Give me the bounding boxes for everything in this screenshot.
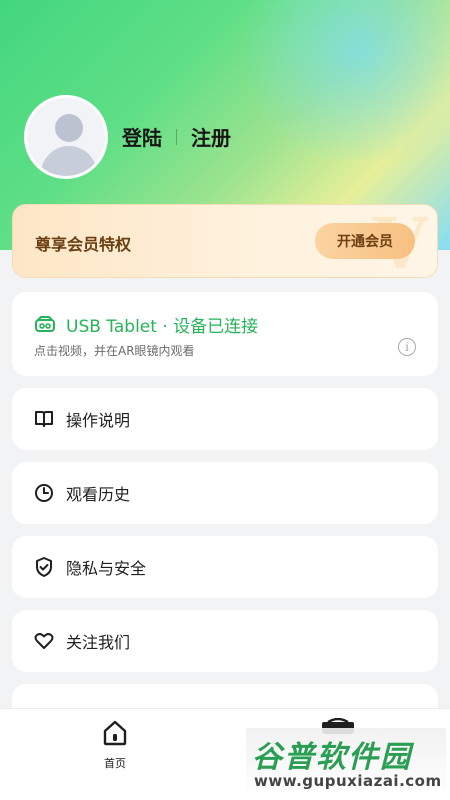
device-status-row: USB Tablet · 设备已连接	[34, 312, 258, 337]
vip-title: 尊享会员特权	[35, 235, 132, 254]
device-hint: 点击视频，并在AR眼镜内观看	[34, 344, 195, 358]
book-icon	[34, 409, 54, 429]
device-status-card[interactable]: USB Tablet · 设备已连接 点击视频，并在AR眼镜内观看 i	[12, 292, 438, 376]
watermark-url: www.gupuxiazai.com	[254, 772, 442, 790]
menu-item-privacy[interactable]: 隐私与安全	[12, 536, 438, 598]
register-link[interactable]: 注册	[191, 122, 231, 151]
login-link[interactable]: 登陆	[122, 122, 162, 151]
menu-item-instructions[interactable]: 操作说明	[12, 388, 438, 450]
vip-card[interactable]: V 尊享会员特权 开通会员	[12, 204, 438, 278]
open-vip-button[interactable]: 开通会员	[315, 223, 415, 259]
info-icon[interactable]: i	[398, 338, 416, 356]
auth-links: 登陆 注册	[122, 122, 231, 151]
nav-home-label: 首页	[104, 757, 126, 770]
menu-item-history[interactable]: 观看历史	[12, 462, 438, 524]
watermark-cn: 谷普软件园	[252, 740, 412, 775]
menu-item-label: 操作说明	[66, 411, 131, 430]
avatar-head	[55, 114, 83, 142]
vr-glasses-icon	[34, 315, 56, 334]
menu-item-label: 关注我们	[66, 633, 131, 652]
avatar[interactable]	[24, 95, 108, 179]
site-watermark: 谷普软件园 www.gupuxiazai.com	[246, 728, 446, 798]
auth-divider	[176, 128, 177, 145]
clock-icon	[34, 483, 54, 503]
avatar-body	[41, 146, 97, 176]
home-icon	[101, 719, 129, 751]
device-status-text: USB Tablet · 设备已连接	[66, 317, 259, 337]
nav-home[interactable]: 首页	[95, 719, 135, 771]
shield-icon	[34, 557, 54, 577]
menu-item-follow-us[interactable]: 关注我们	[12, 610, 438, 672]
menu-item-label: 隐私与安全	[66, 559, 147, 578]
menu-item-label: 观看历史	[66, 485, 131, 504]
heart-icon	[34, 631, 54, 651]
